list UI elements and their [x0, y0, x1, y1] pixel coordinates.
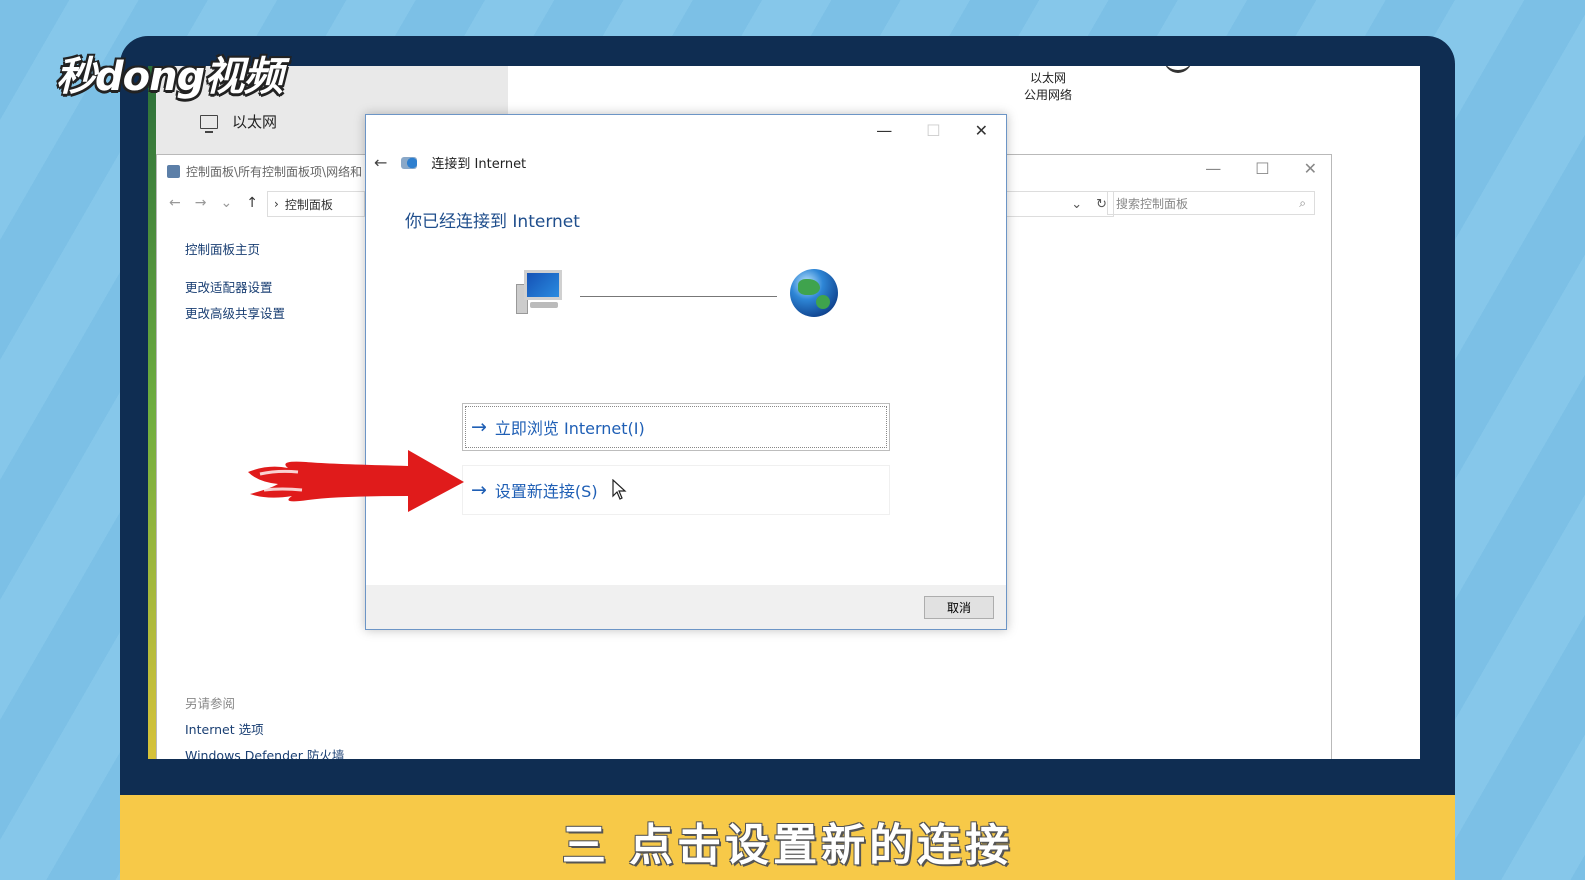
caption-text: 三 点击设置新的连接 — [561, 820, 1014, 871]
network-icon — [1164, 66, 1192, 73]
back-arrow-icon[interactable]: ← — [169, 195, 181, 211]
minimize-icon[interactable]: — — [1205, 159, 1221, 178]
see-also-title: 另请参阅 — [185, 696, 236, 711]
connection-line — [580, 296, 777, 297]
window-title: 控制面板\所有控制面板项\网络和 — [167, 163, 362, 180]
minimize-icon[interactable]: — — [876, 121, 892, 140]
arrow-right-icon: → — [471, 479, 487, 501]
control-panel-icon — [167, 165, 180, 178]
setup-new-connection-label: 设置新连接(S) — [494, 482, 598, 501]
ethernet-icon — [200, 114, 218, 133]
window-controls: — ☐ ✕ — [1205, 159, 1317, 178]
maximize-icon[interactable]: ☐ — [1255, 159, 1269, 178]
mouse-cursor-icon — [611, 479, 627, 500]
dialog-footer: 取消 — [366, 585, 1006, 629]
computer-icon — [516, 270, 564, 314]
see-also-internet-options[interactable]: Internet 选项 — [185, 719, 264, 738]
network-type: 公用网络 — [1023, 88, 1072, 102]
dialog-window-controls: — ☐ ✕ — [876, 121, 988, 140]
sidebar-item-label: 以太网 — [232, 113, 278, 131]
cancel-button[interactable]: 取消 — [924, 596, 994, 619]
globe-icon — [790, 269, 838, 317]
dialog-main-title: 你已经连接到 Internet — [405, 212, 580, 232]
maximize-icon: ☐ — [926, 121, 941, 140]
network-status: 以太网 公用网络 — [1008, 70, 1088, 104]
chevron-down-icon[interactable]: ⌄ — [220, 195, 232, 211]
desktop-background — [148, 66, 156, 759]
connect-internet-dialog: — ☐ ✕ ← 连接到 Internet 你已经连接到 Internet → 立… — [365, 114, 1007, 630]
back-arrow-icon[interactable]: ← — [374, 153, 387, 172]
search-placeholder: 搜索控制面板 — [1116, 196, 1189, 211]
network-globe-icon — [401, 156, 418, 169]
search-input[interactable]: 搜索控制面板 ⌕ — [1107, 191, 1315, 215]
sidebar-link-adapter[interactable]: 更改适配器设置 — [185, 277, 273, 296]
setup-new-connection-option[interactable]: → 设置新连接(S) — [462, 465, 890, 515]
sidebar-item-ethernet[interactable]: 以太网 — [200, 111, 278, 133]
sidebar-link-sharing[interactable]: 更改高级共享设置 — [185, 303, 285, 322]
refresh-icon[interactable]: ↻ — [1096, 197, 1107, 212]
address-bar-controls: ⌄ ↻ — [1007, 191, 1114, 217]
breadcrumb[interactable]: 控制面板 — [285, 196, 333, 213]
see-also-firewall[interactable]: Windows Defender 防火墙 — [185, 745, 344, 759]
red-annotation-arrow-icon — [248, 450, 464, 512]
nav-buttons: ← → ⌄ ↑ — [169, 195, 258, 211]
chevron-down-icon[interactable]: ⌄ — [1071, 197, 1082, 212]
browse-internet-option[interactable]: → 立即浏览 Internet(I) — [462, 403, 890, 451]
arrow-right-icon: → — [471, 416, 487, 438]
laptop-screen: 以太网 以太网 公用网络 控制面板\所有控制面板项\网络和 — ☐ ✕ ← → … — [148, 66, 1420, 759]
logo: 秒dong视频 — [56, 54, 283, 100]
dialog-header-text: 连接到 Internet — [431, 157, 527, 172]
browse-internet-label: 立即浏览 Internet(I) — [494, 419, 645, 438]
up-arrow-icon[interactable]: ↑ — [246, 195, 258, 211]
sidebar-link-home[interactable]: 控制面板主页 — [185, 239, 260, 258]
search-icon[interactable]: ⌕ — [1299, 196, 1306, 211]
breadcrumb-chevron-icon: › — [274, 197, 279, 211]
caption-bar: 三 点击设置新的连接 — [120, 795, 1455, 880]
close-icon[interactable]: ✕ — [975, 121, 988, 140]
network-name: 以太网 — [1029, 71, 1066, 85]
dialog-header: ← 连接到 Internet — [374, 153, 526, 172]
address-bar[interactable]: › 控制面板 — [267, 191, 365, 217]
window-title-text: 控制面板\所有控制面板项\网络和 — [186, 165, 363, 179]
forward-arrow-icon[interactable]: → — [195, 195, 207, 211]
close-icon[interactable]: ✕ — [1304, 159, 1317, 178]
